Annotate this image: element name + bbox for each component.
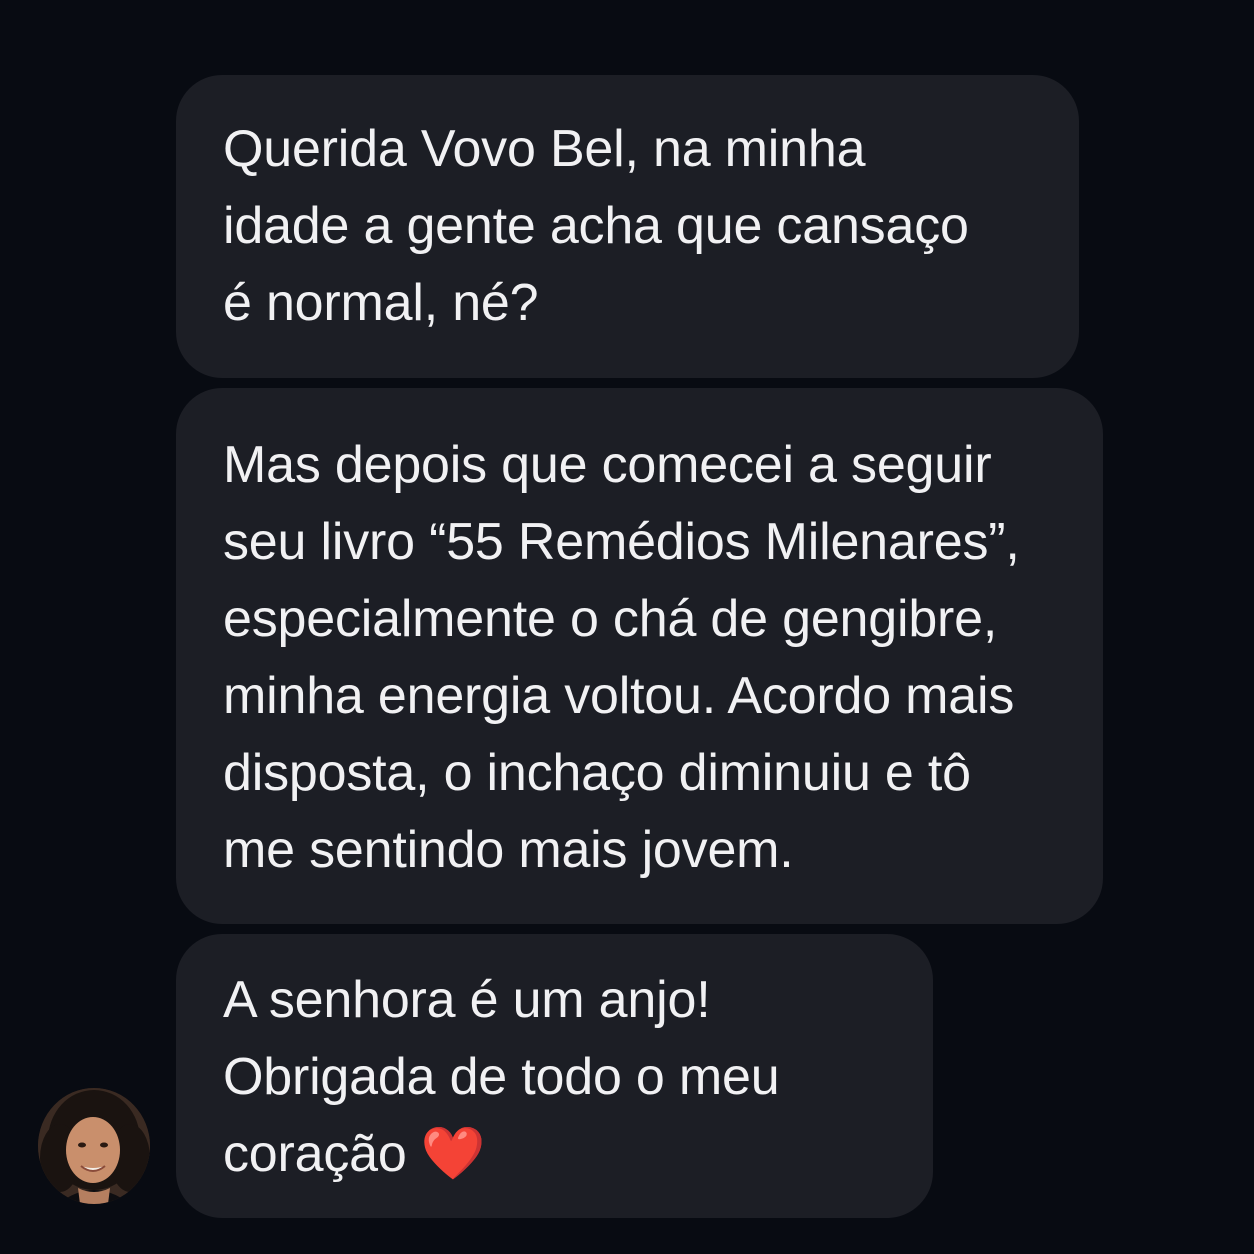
message-bubble[interactable]: Querida Vovo Bel, na minha idade a gente…	[176, 75, 1079, 378]
message-text-body: A senhora é um anjo! Obrigada de todo o …	[223, 971, 780, 1183]
message-text: Querida Vovo Bel, na minha idade a gente…	[223, 120, 969, 332]
message-text: A senhora é um anjo! Obrigada de todo o …	[223, 962, 933, 1193]
woman-avatar-icon	[38, 1088, 150, 1204]
chat-thread: Querida Vovo Bel, na minha idade a gente…	[0, 0, 1254, 1254]
avatar[interactable]	[38, 1088, 150, 1204]
heart-emoji-icon: ❤️	[420, 1125, 486, 1183]
message-bubble[interactable]: A senhora é um anjo! Obrigada de todo o …	[176, 934, 933, 1218]
message-text: Mas depois que comecei a seguir seu livr…	[223, 436, 1020, 879]
message-bubble[interactable]: Mas depois que comecei a seguir seu livr…	[176, 388, 1103, 924]
